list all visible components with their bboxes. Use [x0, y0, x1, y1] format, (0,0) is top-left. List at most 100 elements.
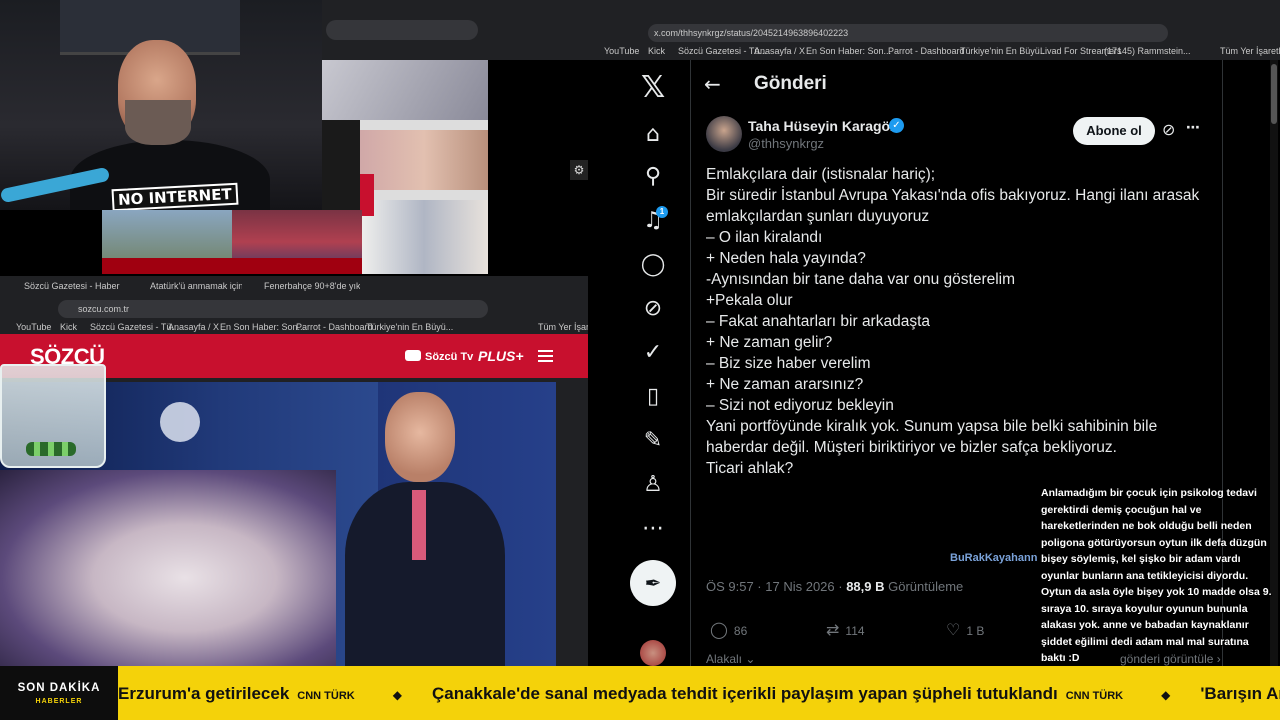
- bookmark-parrot[interactable]: Parrot - Dashboard: [888, 46, 965, 56]
- tab-sozcu[interactable]: Sözcü Gazetesi - Haberler, son: [24, 281, 120, 291]
- bookmarks-bar: YouTube Kick Sözcü Gazetesi - Tü... Anas…: [8, 322, 609, 334]
- like-count: 1 B: [966, 624, 985, 638]
- address-bar[interactable]: x.com/thhsynkrgz/status/2045214963896402…: [648, 24, 1168, 42]
- address-bar[interactable]: [326, 20, 478, 40]
- author-avatar[interactable]: [706, 116, 742, 152]
- url-text: sozcu.com.tr: [78, 304, 130, 314]
- ticker-item: 'Barışın Ana: [1200, 684, 1280, 703]
- chat-username: BuRakKayahann: [950, 552, 1038, 564]
- tab-fenerbahce[interactable]: Fenerbahçe 90+8'de yıkıldı! De: [264, 281, 360, 291]
- gear-icon[interactable]: ⚙: [570, 160, 588, 180]
- articles-icon[interactable]: ✎: [640, 428, 666, 454]
- tweet-line: + Neden hala yayında?: [706, 250, 866, 267]
- bookmark-parrot[interactable]: Parrot - Dashboard: [296, 322, 373, 332]
- back-arrow-icon[interactable]: ←: [704, 72, 721, 96]
- tweet-line: – Sizi not ediyoruz bekleyin: [706, 397, 894, 414]
- bookmark-kick[interactable]: Kick: [60, 322, 77, 332]
- reply-sort-dropdown[interactable]: Alakalı ⌄: [706, 652, 755, 666]
- tweet-line: – O ilan kiralandı: [706, 229, 823, 246]
- dog-cam: [0, 470, 336, 666]
- tweet-line: -Aynısından bir tane daha var onu göster…: [706, 271, 1016, 288]
- bookmark-x[interactable]: Anasayfa / X: [754, 46, 805, 56]
- address-bar[interactable]: sozcu.com.tr: [58, 300, 488, 318]
- compose-post-button[interactable]: ✒: [630, 560, 676, 606]
- reply-button[interactable]: ◯ 86: [710, 620, 747, 639]
- tab-ataturk[interactable]: Atatürk'ü anmamak için bahane: [150, 281, 242, 291]
- scrollbar-thumb[interactable]: [1271, 64, 1277, 124]
- heart-icon: ♡: [946, 620, 961, 639]
- bookmark-son-haber[interactable]: En Son Haber: Son...: [220, 322, 305, 332]
- like-button[interactable]: ♡ 1 B: [946, 620, 984, 639]
- messages-icon[interactable]: ◯: [640, 252, 666, 278]
- sozcu-tv-link[interactable]: Sözcü Tv: [405, 350, 473, 363]
- ticker-item: Erzurum'a getirilecek: [118, 684, 290, 703]
- tweet-line: Bir süredir İstanbul Avrupa Yakası'nda o…: [706, 187, 1204, 225]
- repost-icon: ⇄: [826, 620, 840, 639]
- tweet-meta: ÖS 9:57 · 17 Nis 2026 · 88,9 B Görüntüle…: [706, 579, 963, 594]
- tweet-line: – Biz size haber verelim: [706, 355, 871, 372]
- bookmark-youtube[interactable]: YouTube: [16, 322, 51, 332]
- bookmark-turkiye[interactable]: Türkiye'nin En Büyü...: [366, 322, 453, 332]
- url-text: x.com/thhsynkrgz/status/2045214963896402…: [654, 28, 849, 38]
- sozcu-plus-link[interactable]: PLUS+: [478, 348, 524, 364]
- home-icon[interactable]: ⌂: [640, 122, 666, 148]
- ticker-source: CNN TÜRK: [1065, 690, 1124, 702]
- glass-overlay: [0, 364, 106, 468]
- profile-icon[interactable]: ♙: [640, 472, 666, 498]
- streamer-beard: [125, 100, 191, 145]
- reply-count: 86: [733, 624, 748, 638]
- repost-count: 114: [845, 624, 865, 638]
- bookmark-x[interactable]: Anasayfa / X: [168, 322, 219, 332]
- tweet-line: + Ne zaman gelir?: [706, 334, 833, 351]
- tab-bar: Sözcü Gazetesi - Haberler, son Atatürk'ü…: [0, 276, 588, 296]
- ticker-track: Erzurum'a getirilecek CNN TÜRK ◆ Çanakkale'…: [118, 684, 1280, 704]
- tweet-line: +Pekala olur: [706, 292, 793, 309]
- search-icon[interactable]: ⚲: [640, 164, 666, 190]
- tweet-text: Emlakçılara dair (istisnalar hariç); Bir…: [706, 164, 1206, 479]
- ticker-item: Çanakkale'de sanal medyada tehdit içerik…: [431, 684, 1058, 703]
- repost-button[interactable]: ⇄ 114: [826, 620, 865, 639]
- tv-news-strip: [102, 210, 362, 274]
- ticker-separator: ◆: [392, 688, 402, 702]
- reply-icon: ◯: [710, 620, 728, 639]
- ticker-source: CNN TÜRK: [297, 690, 355, 702]
- webcam-feed: [0, 0, 322, 210]
- more-options-icon[interactable]: ⋯: [1186, 120, 1200, 136]
- bookmark-kick[interactable]: Kick: [648, 46, 665, 56]
- menu-icon[interactable]: [538, 350, 553, 362]
- mini-browser-window: [322, 0, 588, 60]
- premium-icon[interactable]: ✓: [640, 340, 666, 366]
- tweet-line: Yani portföyünde kiralık yok. Sunum yaps…: [706, 418, 1162, 456]
- tweet-line: Emlakçılara dair (istisnalar hariç);: [706, 166, 936, 183]
- author-handle[interactable]: @thhsynkrgz: [748, 136, 824, 151]
- bookmark-rammstein[interactable]: (17145) Rammstein...: [1104, 46, 1191, 56]
- bookmark-youtube[interactable]: YouTube: [604, 46, 639, 56]
- tweet-line: Ticari ahlak?: [706, 460, 794, 477]
- grok-icon[interactable]: ⊘: [640, 296, 666, 322]
- bookmark-son-haber[interactable]: En Son Haber: Son...: [806, 46, 891, 56]
- page-title: Gönderi: [754, 73, 827, 94]
- more-icon[interactable]: ⋯: [640, 516, 666, 542]
- author-name[interactable]: Taha Hüseyin Karagöz: [748, 118, 897, 134]
- views-count: 88,9 B: [846, 579, 885, 594]
- grok-explain-icon[interactable]: ⊘: [1162, 120, 1175, 139]
- tweet-line: – Fakat anahtarları bir arkadaşta: [706, 313, 931, 330]
- tweet-time[interactable]: ÖS 9:57 · 17 Nis 2026 ·: [706, 579, 846, 594]
- all-bookmarks[interactable]: Tüm Yer İşaretleri: [1220, 46, 1280, 56]
- bookmark-sozcu[interactable]: Sözcü Gazetesi - Tü...: [90, 322, 179, 332]
- notification-count-badge: 1: [656, 206, 668, 218]
- nav-divider: [690, 60, 691, 666]
- user-avatar[interactable]: [640, 640, 666, 666]
- tweet-line: + Ne zaman ararsınız?: [706, 376, 864, 393]
- ticker-separator: ◆: [1161, 688, 1171, 702]
- verified-badge-icon: ✓: [889, 118, 904, 133]
- follow-button[interactable]: Abone ol: [1073, 117, 1155, 145]
- views-label: Görüntüleme: [884, 579, 964, 594]
- bookmarks-bar: YouTube Kick Sözcü Gazetesi - Tü... Anas…: [594, 46, 1280, 58]
- tab-bar: [322, 0, 588, 20]
- bookmark-turkiye[interactable]: Türkiye'nin En Büyü...: [960, 46, 1047, 56]
- bookmarks-icon[interactable]: ▯: [640, 384, 666, 410]
- x-browser-chrome: x.com/thhsynkrgz/status/2045214963896402…: [588, 0, 1280, 60]
- chat-message: Anlamadığım bir çocuk için psikolog teda…: [1041, 487, 1272, 664]
- breaking-news-title: SON DAKİKA: [17, 682, 101, 694]
